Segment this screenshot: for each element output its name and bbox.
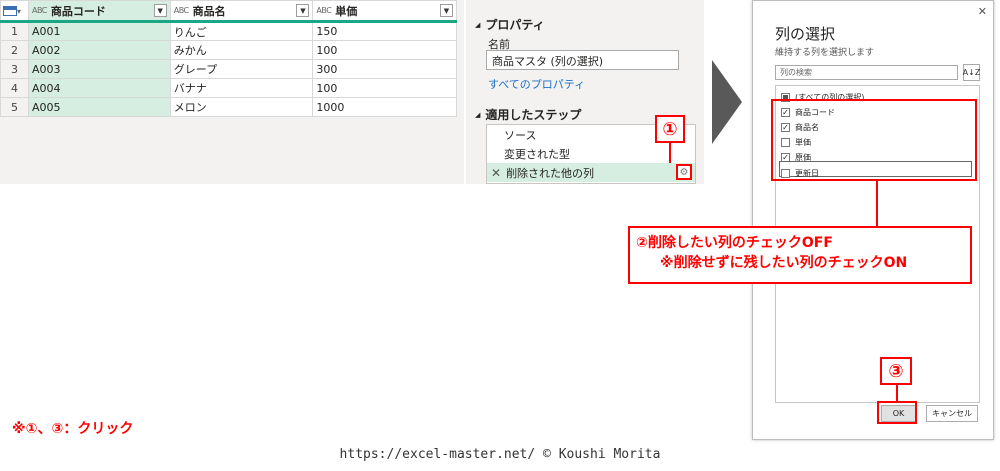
table-cell[interactable]: A001 bbox=[27, 21, 171, 41]
step-removed-other-columns[interactable]: ✕ 削除された他の列 ⚙ bbox=[487, 163, 695, 182]
click-footnote: ※①、③：クリック bbox=[12, 421, 134, 437]
note-line-2: ※削除せずに残したい列のチェックON bbox=[660, 255, 908, 271]
column-header-code[interactable]: ABC 商品コード ▼ bbox=[27, 0, 171, 23]
filter-dropdown-icon[interactable]: ▼ bbox=[153, 4, 167, 17]
collapse-triangle-icon: ◢ bbox=[475, 21, 481, 29]
table-cell[interactable]: A002 bbox=[27, 40, 171, 60]
table-row: 5 A005 メロン 1000 bbox=[0, 97, 457, 117]
gear-icon[interactable]: ⚙ bbox=[676, 164, 692, 180]
table-cell[interactable]: バナナ bbox=[169, 78, 314, 98]
table-cell[interactable]: 1000 bbox=[312, 97, 457, 117]
dialog-subtitle: 維持する列を選択します bbox=[775, 48, 875, 58]
chevron-down-icon: ▾ bbox=[17, 7, 21, 16]
table-cell[interactable]: 100 bbox=[312, 40, 457, 60]
table-cell[interactable]: A003 bbox=[27, 59, 171, 79]
row-number[interactable]: 1 bbox=[0, 21, 29, 41]
table-cell[interactable]: メロン bbox=[169, 97, 314, 117]
row-number[interactable]: 2 bbox=[0, 40, 29, 60]
cancel-button[interactable]: キャンセル bbox=[926, 405, 978, 422]
annotation-step3-badge: ③ bbox=[880, 357, 912, 385]
note-line-1: ②削除したい列のチェックOFF bbox=[636, 235, 833, 251]
applied-steps-title[interactable]: ◢ 適用したステップ bbox=[475, 106, 581, 123]
table-cell[interactable]: 100 bbox=[312, 78, 457, 98]
text-type-icon[interactable]: ABC bbox=[316, 6, 331, 15]
annotation-step2-note: ②削除したい列のチェックOFF ※削除せずに残したい列のチェックON bbox=[628, 226, 972, 284]
row-number[interactable]: 5 bbox=[0, 97, 29, 117]
table-icon bbox=[3, 6, 17, 16]
filter-dropdown-icon[interactable]: ▼ bbox=[296, 4, 310, 17]
annotation-step1-badge: ① bbox=[655, 115, 685, 143]
row-number[interactable]: 3 bbox=[0, 59, 29, 79]
table-row: 1 A001 りんご 150 bbox=[0, 21, 457, 41]
annotation-checkbox-highlight bbox=[771, 99, 977, 181]
collapse-triangle-icon: ◢ bbox=[475, 111, 481, 119]
sort-icon[interactable]: A↓Z bbox=[963, 64, 980, 81]
table-cell[interactable]: A004 bbox=[27, 78, 171, 98]
dialog-title: 列の選択 bbox=[775, 25, 836, 43]
data-grid: ▾ ABC 商品コード ▼ ABC 商品名 ▼ ABC 単価 ▼ 1 A001 … bbox=[0, 0, 457, 117]
delete-step-icon[interactable]: ✕ bbox=[491, 166, 501, 180]
table-cell[interactable]: 300 bbox=[312, 59, 457, 79]
query-name-input[interactable]: 商品マスタ (列の選択) bbox=[486, 50, 679, 70]
table-row: 3 A003 グレープ 300 bbox=[0, 59, 457, 79]
annotation-step1-line bbox=[669, 143, 671, 163]
query-editor-grid-area: ▾ ABC 商品コード ▼ ABC 商品名 ▼ ABC 単価 ▼ 1 A001 … bbox=[0, 0, 464, 184]
table-cell[interactable]: A005 bbox=[27, 97, 171, 117]
table-cell[interactable]: りんご bbox=[169, 21, 314, 41]
annotation-ok-highlight bbox=[877, 401, 917, 424]
close-icon[interactable]: ✕ bbox=[978, 5, 987, 18]
filter-dropdown-icon[interactable]: ▼ bbox=[440, 4, 453, 17]
properties-section-title[interactable]: ◢ プロパティ bbox=[475, 16, 545, 33]
table-cell[interactable]: みかん bbox=[169, 40, 314, 60]
table-row: 4 A004 バナナ 100 bbox=[0, 78, 457, 98]
table-menu-button[interactable]: ▾ bbox=[0, 0, 29, 23]
step-changed-type[interactable]: 変更された型 bbox=[487, 144, 695, 163]
annotation-step2-line bbox=[876, 181, 878, 226]
column-header-name[interactable]: ABC 商品名 ▼ bbox=[169, 0, 314, 23]
text-type-icon[interactable]: ABC bbox=[174, 6, 189, 15]
row-number[interactable]: 4 bbox=[0, 78, 29, 98]
flow-arrow-icon bbox=[712, 60, 742, 144]
all-properties-link[interactable]: すべてのプロパティ bbox=[488, 76, 585, 92]
text-type-icon[interactable]: ABC bbox=[32, 6, 47, 15]
table-cell[interactable]: 150 bbox=[312, 21, 457, 41]
table-cell[interactable]: グレープ bbox=[169, 59, 314, 79]
choose-columns-dialog: ✕ 列の選択 維持する列を選択します 列の検索 A↓Z (すべての列の選択) ✓… bbox=[752, 0, 994, 440]
column-search-input[interactable]: 列の検索 bbox=[775, 65, 958, 80]
column-header-price[interactable]: ABC 単価 ▼ bbox=[312, 0, 457, 23]
annotation-step3-line bbox=[896, 385, 898, 401]
site-credit: https://excel-master.net/ © Koushi Morit… bbox=[339, 447, 661, 462]
table-row: 2 A002 みかん 100 bbox=[0, 40, 457, 60]
